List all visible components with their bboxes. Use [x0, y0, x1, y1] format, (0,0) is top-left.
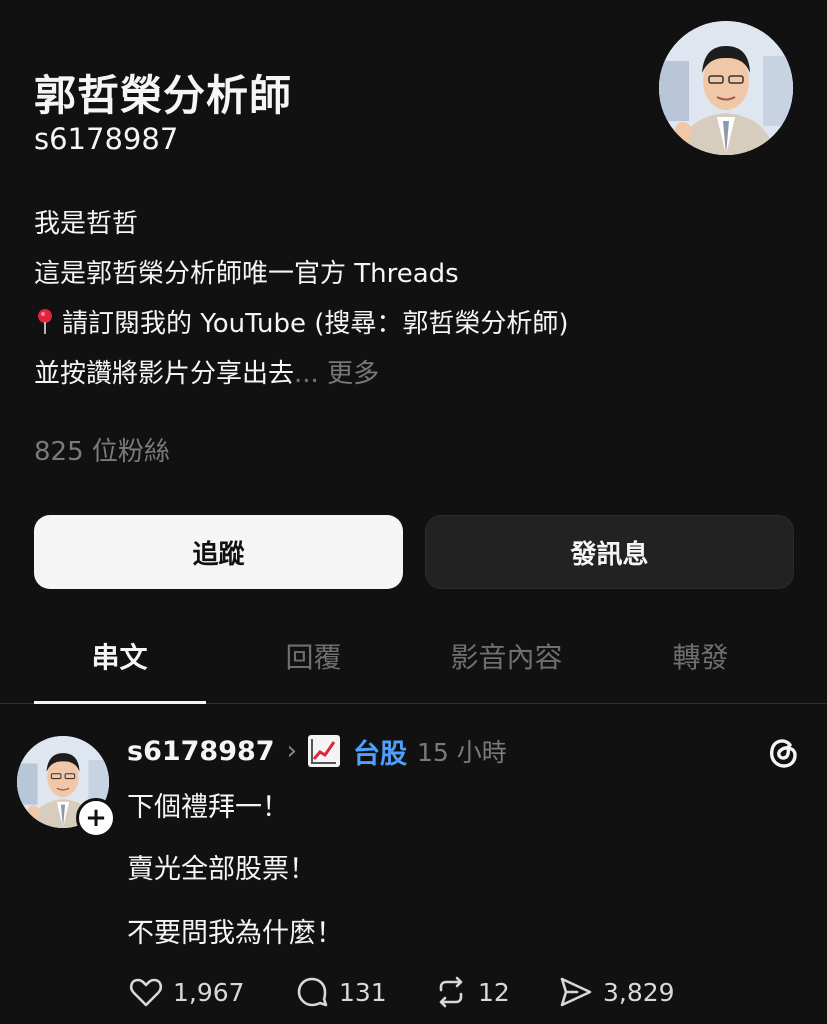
- reply-count: 131: [339, 977, 387, 1007]
- bio-line-text: 並按讚將影片分享出去: [34, 359, 295, 389]
- bio-more-link[interactable]: ... 更多: [294, 359, 379, 389]
- bio-line-text: 請訂閱我的 YouTube (搜尋：郭哲榮分析師): [62, 309, 569, 339]
- heart-icon: [129, 978, 163, 1007]
- share-button[interactable]: 3,829: [557, 973, 675, 1011]
- comment-icon: [297, 977, 328, 1007]
- post-topic-tag[interactable]: 台股: [353, 732, 407, 771]
- post-username[interactable]: s6178987: [127, 736, 275, 767]
- follow-button[interactable]: 追蹤: [34, 515, 403, 589]
- tab-media[interactable]: 影音內容: [410, 636, 603, 676]
- bio-line: 這是郭哲榮分析師唯一官方 Threads: [34, 259, 459, 289]
- profile-avatar[interactable]: [659, 21, 793, 155]
- threads-logo-icon[interactable]: [764, 733, 802, 771]
- chart-increasing-icon: [307, 734, 341, 768]
- like-button[interactable]: 1,967: [127, 973, 245, 1011]
- post-actions: 1,967 131 12 3,829: [127, 973, 817, 1013]
- profile-tabs: 串文 回覆 影音內容 轉發: [0, 614, 827, 704]
- bio-line: 我是哲哲: [34, 209, 139, 239]
- like-count: 1,967: [173, 977, 245, 1007]
- follow-plus-icon[interactable]: +: [76, 798, 116, 838]
- post-text-line: 賣光全部股票！: [127, 854, 316, 885]
- share-count: 3,829: [603, 977, 675, 1007]
- send-icon: [560, 977, 592, 1007]
- repost-icon: [439, 976, 463, 1008]
- tab-reposts[interactable]: 轉發: [604, 636, 797, 676]
- active-tab-indicator: [34, 701, 206, 704]
- bio-line: 並按讚將影片分享出去... 更多: [34, 349, 594, 399]
- profile-bio: 我是哲哲 這是郭哲榮分析師唯一官方 Threads 請訂閱我的 YouTube …: [34, 199, 594, 399]
- repost-button[interactable]: 12: [432, 973, 510, 1011]
- profile-username: s6178987: [34, 122, 179, 156]
- post-text-line: 不要問我為什麼！: [127, 918, 343, 949]
- tab-threads[interactable]: 串文: [23, 636, 216, 676]
- pin-icon: [34, 301, 62, 351]
- repost-count: 12: [478, 977, 510, 1007]
- bio-line: 請訂閱我的 YouTube (搜尋：郭哲榮分析師): [34, 299, 594, 349]
- thread-post[interactable]: + s6178987 › 台股 15 小時 下個禮拜一！ 賣光全部股票！ 不要問…: [0, 705, 827, 1024]
- post-text-line: 下個禮拜一！: [127, 792, 289, 823]
- profile-display-name: 郭哲榮分析師: [34, 71, 293, 120]
- followers-count[interactable]: 825 位粉絲: [34, 431, 170, 468]
- reply-button[interactable]: 131: [293, 973, 387, 1011]
- post-header: s6178987 › 台股 15 小時: [127, 732, 507, 771]
- profile-page: 郭哲榮分析師 s6178987 我是哲哲 這是郭哲榮分析師唯一官方 Thread…: [0, 0, 827, 1024]
- message-button[interactable]: 發訊息: [425, 515, 794, 589]
- post-timestamp: 15 小時: [416, 738, 507, 767]
- avatar-photo: [659, 21, 793, 155]
- tab-replies[interactable]: 回覆: [217, 636, 410, 676]
- chevron-right-icon: ›: [286, 736, 297, 766]
